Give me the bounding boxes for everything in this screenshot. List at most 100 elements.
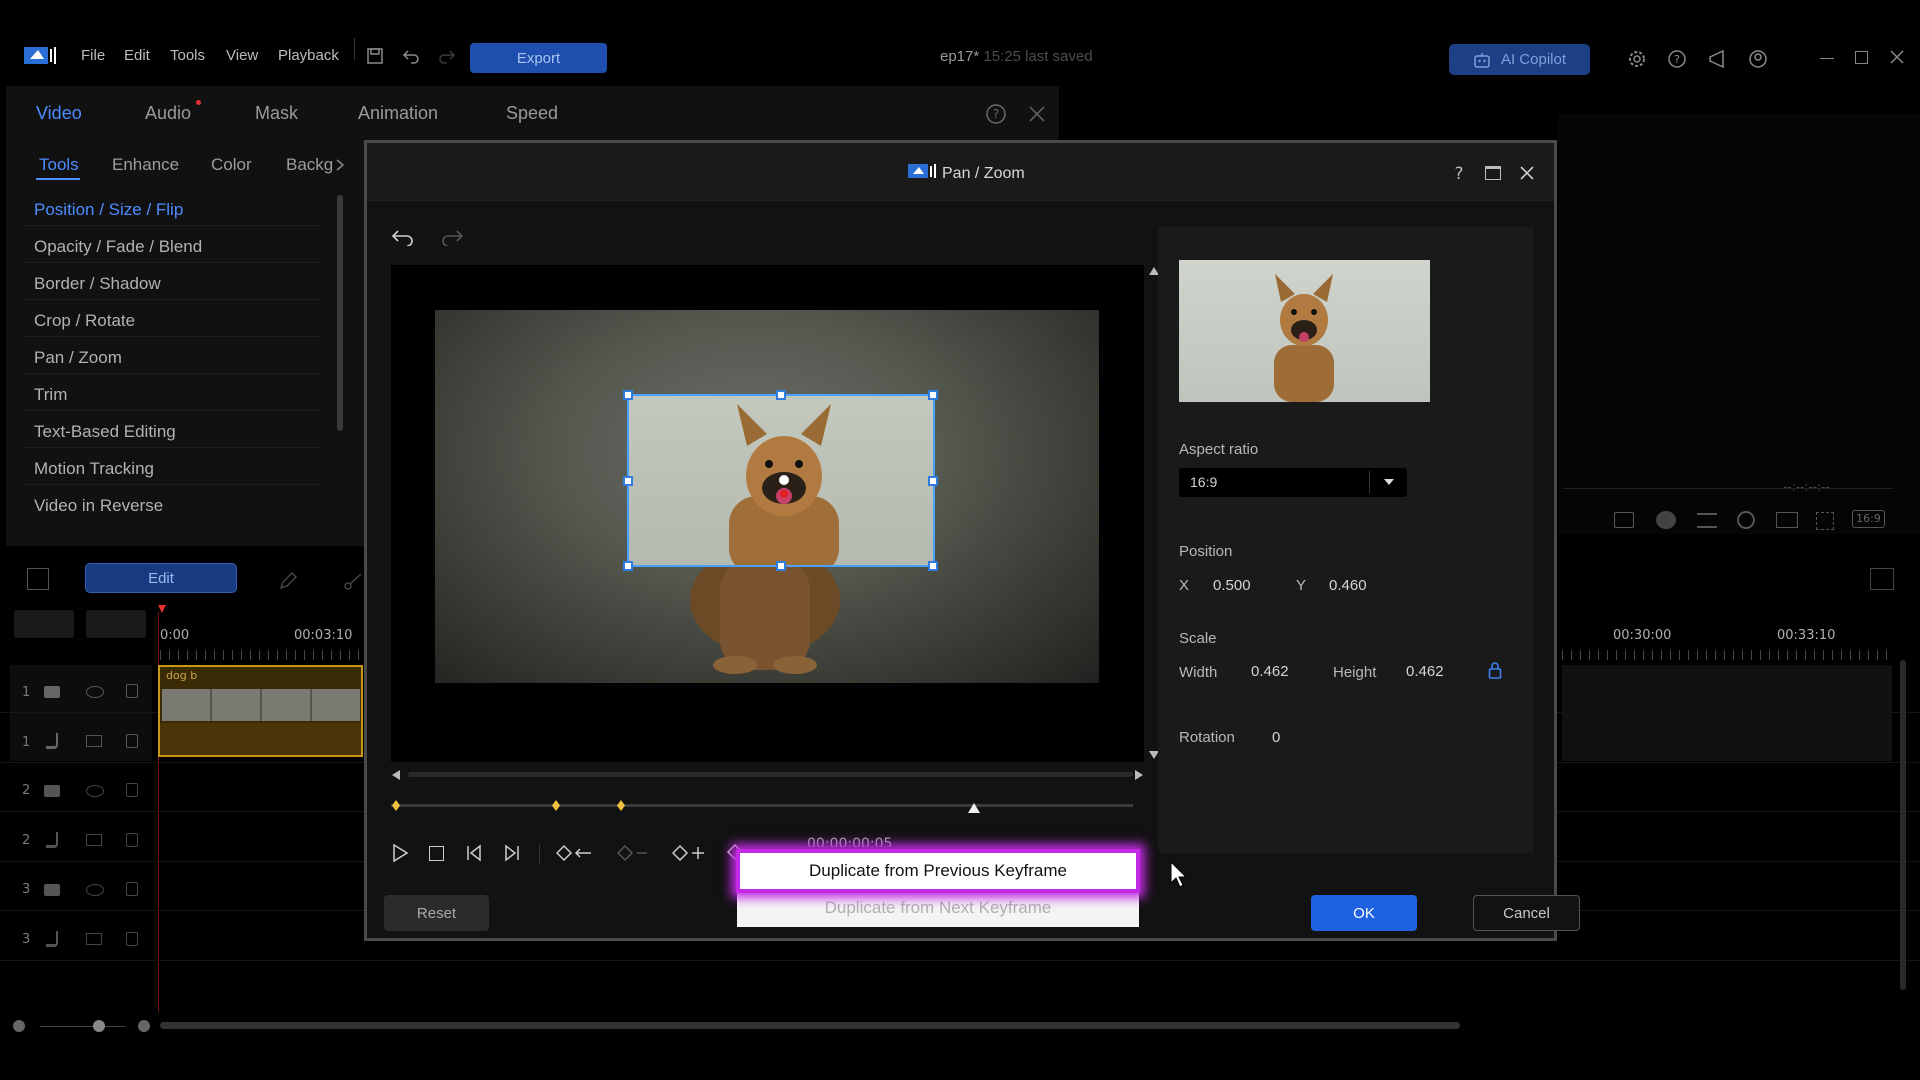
timeline-settings-icon[interactable] [1870,568,1894,590]
previous-frame-icon[interactable] [465,844,483,862]
fit-timeline-button[interactable] [86,610,146,638]
zoom-in-icon[interactable] [138,1020,150,1032]
subtab-color[interactable]: Color [211,155,252,175]
dialog-help-icon[interactable]: ? [1452,164,1466,182]
dialog-maximize-icon[interactable] [1485,166,1501,180]
window-close-icon[interactable] [1889,49,1905,65]
viewer-horizontal-scrollbar[interactable] [408,772,1133,777]
scroll-right-arrow[interactable] [1135,770,1143,780]
tool-position-size-flip[interactable]: Position / Size / Flip [34,200,183,220]
ok-button[interactable]: OK [1311,895,1417,931]
aspect-ratio-dropdown[interactable]: 16:9 [1179,468,1407,497]
layout-icon[interactable] [1776,512,1798,528]
restore-icon[interactable] [1855,51,1868,64]
tool-opacity-fade-blend[interactable]: Opacity / Fade / Blend [34,237,202,257]
edit-button[interactable]: Edit [85,563,237,593]
lock-icon[interactable] [126,734,138,748]
lock-aspect-icon[interactable] [1488,661,1502,679]
next-frame-icon[interactable] [503,844,521,862]
scroll-left-arrow[interactable] [392,770,400,780]
stop-icon[interactable] [429,846,444,861]
menu-item-duplicate-previous[interactable]: Duplicate from Previous Keyframe [740,853,1136,889]
menu-playback[interactable]: Playback [278,47,339,64]
lock-icon[interactable] [126,684,138,698]
timecode-display[interactable]: 00:00:00:05 [807,837,905,847]
panel-close-icon[interactable] [1028,105,1046,123]
resize-handle-sw[interactable] [623,561,633,571]
menu-tools[interactable]: Tools [170,47,205,64]
subtab-background[interactable]: Backg [286,155,333,175]
feedback-icon[interactable] [1707,49,1729,69]
dialog-undo-icon[interactable] [391,228,415,246]
tool-video-in-reverse[interactable]: Video in Reverse [34,496,163,516]
lock-icon[interactable] [126,833,138,847]
lock-icon[interactable] [126,932,138,946]
redo-icon[interactable] [438,48,456,64]
resize-handle-n[interactable] [776,390,786,400]
position-x-input[interactable]: 0.500 [1213,577,1251,594]
playback-mode-icon[interactable] [1656,511,1676,529]
help-icon[interactable]: ? [1667,49,1687,69]
eye-icon[interactable] [86,785,104,797]
keyframe-track[interactable] [391,804,1133,807]
speaker-icon[interactable] [86,933,102,945]
minimize-icon[interactable] [1820,58,1834,59]
lock-icon[interactable] [126,882,138,896]
rotation-input[interactable]: 0 [1272,729,1280,746]
tool-pan-zoom[interactable]: Pan / Zoom [34,348,122,368]
video-clip[interactable]: dog b [158,665,363,757]
speaker-icon[interactable] [86,834,102,846]
fullscreen-icon[interactable] [1816,512,1834,530]
tab-speed[interactable]: Speed [506,103,558,124]
dialog-redo-icon[interactable] [440,228,464,246]
resize-handle-w[interactable] [623,476,633,486]
keyframe-marker[interactable] [617,800,625,811]
dialog-close-icon[interactable] [1519,165,1535,181]
scissors-icon[interactable] [343,571,363,591]
resize-handle-se[interactable] [928,561,938,571]
tab-audio[interactable]: Audio [145,103,191,124]
menu-file[interactable]: File [81,47,105,64]
account-icon[interactable] [1748,49,1768,69]
resize-handle-nw[interactable] [623,390,633,400]
lock-icon[interactable] [126,783,138,797]
keyframe-marker[interactable] [552,800,560,811]
tools-scrollbar[interactable] [337,195,343,431]
zoom-slider-knob[interactable] [93,1020,105,1032]
add-keyframe-icon[interactable] [672,844,706,862]
pen-icon[interactable] [278,571,298,591]
track-manager-icon[interactable] [27,568,49,590]
tab-video[interactable]: Video [36,103,82,124]
subtab-tools[interactable]: Tools [39,155,79,175]
settings-gear-icon[interactable] [1627,49,1647,69]
speaker-icon[interactable] [86,735,102,747]
tool-text-based-editing[interactable]: Text-Based Editing [34,422,176,442]
snapshot-icon[interactable] [1614,512,1634,528]
tab-animation[interactable]: Animation [358,103,438,124]
menu-item-duplicate-next[interactable]: Duplicate from Next Keyframe [737,890,1139,925]
position-y-input[interactable]: 0.460 [1329,577,1367,594]
timeline-horizontal-scrollbar[interactable] [160,1022,1460,1029]
panel-help-icon[interactable]: ? [985,103,1007,125]
remove-keyframe-icon[interactable] [617,844,651,862]
chevron-down-icon[interactable] [1384,479,1394,485]
export-button[interactable]: Export [470,43,607,73]
previous-keyframe-icon[interactable] [556,844,592,862]
resize-handle-ne[interactable] [928,390,938,400]
resize-handle-s[interactable] [776,561,786,571]
resize-handle-e[interactable] [928,476,938,486]
playhead[interactable] [158,605,166,613]
tool-border-shadow[interactable]: Border / Shadow [34,274,161,294]
tool-crop-rotate[interactable]: Crop / Rotate [34,311,135,331]
tab-mask[interactable]: Mask [255,103,298,124]
menu-view[interactable]: View [226,47,258,64]
menu-item-duplicate-previous-highlight[interactable]: Duplicate from Previous Keyframe [736,849,1140,893]
scale-width-input[interactable]: 0.462 [1251,663,1289,680]
timeline-vertical-scrollbar[interactable] [1900,660,1906,990]
ai-copilot-button[interactable]: AI Copilot [1449,44,1590,75]
scale-height-input[interactable]: 0.462 [1406,663,1444,680]
undo-icon[interactable] [402,48,420,64]
pan-zoom-selection-box[interactable] [623,390,938,571]
eye-icon[interactable] [86,686,104,698]
eye-icon[interactable] [86,884,104,896]
